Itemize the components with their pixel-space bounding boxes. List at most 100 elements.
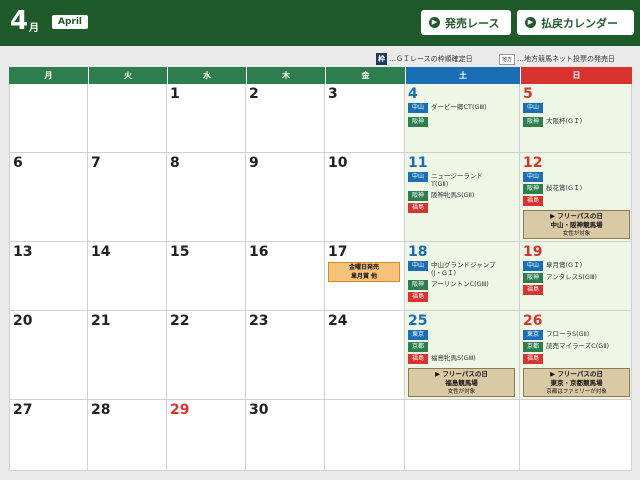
day-cell-23[interactable]: 23 <box>246 311 325 400</box>
race-entry[interactable]: 中山 ニュージーランド T(GⅡ) <box>408 172 483 190</box>
day-cell-empty <box>9 84 88 153</box>
race-sales-button[interactable]: ▶ 発売レース <box>421 10 511 35</box>
race-entry[interactable]: 東京 <box>408 330 428 341</box>
track-badge-fukushima: 福島 <box>523 196 543 206</box>
free-pass-notice[interactable]: ▶ フリーパスの日 東京・京都競馬場 京都はファミリーが対象 <box>523 368 630 397</box>
day-cell-9[interactable]: 9 <box>246 153 325 242</box>
day-number: 26 <box>523 313 543 329</box>
race-entry[interactable]: 福島 福島牝馬S(GⅢ) <box>408 354 476 365</box>
track-badge-fukushima: 福島 <box>408 203 428 213</box>
race-entry[interactable]: 福島 <box>408 292 428 303</box>
day-cell-6[interactable]: 6 <box>9 153 88 242</box>
race-entry[interactable]: 中山 <box>523 172 543 183</box>
race-name: 福島牝馬S(GⅢ) <box>431 354 476 362</box>
day-cell-11[interactable]: 11 中山 ニュージーランド T(GⅡ) 阪神 阪神牝馬S(GⅡ) 福島 <box>405 153 520 242</box>
day-number: 21 <box>91 313 111 329</box>
day-number: 27 <box>13 402 33 418</box>
track-badge-hanshin: 阪神 <box>523 117 543 127</box>
day-cell-4[interactable]: 4 中山 ダービー卿CT(GⅢ) 阪神 <box>405 84 520 153</box>
free-pass-notice[interactable]: ▶ フリーパスの日 中山・阪神競馬場 女性が対象 <box>523 210 630 239</box>
weekday-tue: 火 <box>88 67 167 84</box>
month-number: 4 <box>10 6 29 36</box>
day-cell-8[interactable]: 8 <box>167 153 246 242</box>
race-name: 皐月賞(GＩ) <box>546 261 583 269</box>
day-number: 28 <box>91 402 111 418</box>
race-name: ダービー卿CT(GⅢ) <box>431 103 487 111</box>
free-pass-notice[interactable]: ▶ フリーパスの日 福島競馬場 女性が対象 <box>408 368 515 397</box>
day-cell-24[interactable]: 24 <box>325 311 405 400</box>
day-cell-empty <box>325 400 405 471</box>
day-cell-13[interactable]: 13 <box>9 242 88 311</box>
race-entry[interactable]: 阪神 <box>408 117 428 128</box>
track-badge-hanshin: 阪神 <box>408 117 428 127</box>
race-entry[interactable]: 福島 <box>523 354 543 365</box>
race-entry[interactable]: 福島 <box>523 196 543 207</box>
day-cell-21[interactable]: 21 <box>88 311 167 400</box>
day-cell-3[interactable]: 3 <box>325 84 405 153</box>
track-badge-fukushima: 福島 <box>523 285 543 295</box>
day-number: 3 <box>328 86 338 102</box>
race-name: アンタレスS(GⅢ) <box>546 273 597 281</box>
race-entry[interactable]: 京都 <box>408 342 428 353</box>
race-entry[interactable]: 中山 ダービー卿CT(GⅢ) <box>408 103 487 114</box>
legend-waku: 枠 …ＧＩレースの枠順確定日 <box>376 52 473 66</box>
day-cell-1[interactable]: 1 <box>167 84 246 153</box>
day-cell-10[interactable]: 10 <box>325 153 405 242</box>
legend-waku-text: …ＧＩレースの枠順確定日 <box>389 55 473 63</box>
day-cell-2[interactable]: 2 <box>246 84 325 153</box>
track-badge-hanshin: 阪神 <box>523 184 543 194</box>
track-badge-kyoto: 京都 <box>408 342 428 352</box>
day-cell-26[interactable]: 26 東京 フローラS(GⅡ) 京都 読売マイラーズC(GⅡ) 福島 ▶ フリー… <box>520 311 632 400</box>
race-entry[interactable]: 東京 フローラS(GⅡ) <box>523 330 589 341</box>
day-cell-12[interactable]: 12 中山 阪神 桜花賞(GＩ) 福島 ▶ フリーパスの日 中山・阪神競馬場 女… <box>520 153 632 242</box>
notice-title: ▶ フリーパスの日 <box>550 212 603 220</box>
weekday-sun: 日 <box>520 67 632 84</box>
day-cell-14[interactable]: 14 <box>88 242 167 311</box>
weekday-fri: 金 <box>325 67 405 84</box>
race-entry[interactable]: 阪神 大阪杯(GＩ) <box>523 117 582 128</box>
day-number: 19 <box>523 244 543 260</box>
day-cell-22[interactable]: 22 <box>167 311 246 400</box>
day-cell-15[interactable]: 15 <box>167 242 246 311</box>
notice-target: 京都はファミリーが対象 <box>546 389 607 395</box>
friday-sales-title: 金曜日発売 <box>348 264 379 271</box>
race-entry[interactable]: 阪神 桜花賞(GＩ) <box>523 184 582 195</box>
race-entry[interactable]: 阪神 アンタレスS(GⅢ) <box>523 273 597 284</box>
race-entry[interactable]: 中山 中山グランドジャンプ (J・GＩ) <box>408 261 495 279</box>
payout-calendar-button[interactable]: ▶ 払戻カレンダー <box>517 10 634 35</box>
track-badge-fukushima: 福島 <box>408 354 428 364</box>
friday-sales-races: 皐月賞 他 <box>350 273 378 280</box>
day-cell-25[interactable]: 25 東京 京都 福島 福島牝馬S(GⅢ) ▶ フリーパスの日 福島競馬場 女性… <box>405 311 520 400</box>
friday-sales-notice[interactable]: 金曜日発売 皐月賞 他 <box>328 262 400 282</box>
race-entry[interactable]: 福島 <box>523 285 543 296</box>
legend-chiho: 地方 …地方競馬ネット投票の発売日 <box>499 52 615 66</box>
day-cell-29[interactable]: 29 <box>167 400 246 471</box>
race-sales-button-label: 発売レース <box>445 16 500 30</box>
day-number: 10 <box>328 155 348 171</box>
race-name: フローラS(GⅡ) <box>546 330 590 338</box>
day-cell-28[interactable]: 28 <box>88 400 167 471</box>
day-number: 11 <box>408 155 428 171</box>
weekday-mon: 月 <box>9 67 88 84</box>
day-cell-17[interactable]: 17 金曜日発売 皐月賞 他 <box>325 242 405 311</box>
race-entry[interactable]: 京都 読売マイラーズC(GⅡ) <box>523 342 609 353</box>
race-entry[interactable]: 阪神 アーリントンC(GⅢ) <box>408 280 489 291</box>
track-badge-nakayama: 中山 <box>523 103 543 113</box>
race-name: 大阪杯(GＩ) <box>546 117 583 125</box>
day-number: 6 <box>13 155 23 171</box>
legend-chiho-text: …地方競馬ネット投票の発売日 <box>517 55 616 63</box>
day-cell-16[interactable]: 16 <box>246 242 325 311</box>
race-entry[interactable]: 中山 <box>523 103 543 114</box>
day-cell-27[interactable]: 27 <box>9 400 88 471</box>
race-name: 阪神牝馬S(GⅡ) <box>431 191 475 199</box>
notice-target: 女性が対象 <box>562 231 591 237</box>
day-cell-5[interactable]: 5 中山 阪神 大阪杯(GＩ) <box>520 84 632 153</box>
day-cell-30[interactable]: 30 <box>246 400 325 471</box>
race-entry[interactable]: 中山 皐月賞(GＩ) <box>523 261 582 272</box>
race-entry[interactable]: 福島 <box>408 203 428 214</box>
day-cell-19[interactable]: 19 中山 皐月賞(GＩ) 阪神 アンタレスS(GⅢ) 福島 <box>520 242 632 311</box>
race-entry[interactable]: 阪神 阪神牝馬S(GⅡ) <box>408 191 474 202</box>
day-cell-20[interactable]: 20 <box>9 311 88 400</box>
day-cell-18[interactable]: 18 中山 中山グランドジャンプ (J・GＩ) 阪神 アーリントンC(GⅢ) 福島 <box>405 242 520 311</box>
day-cell-7[interactable]: 7 <box>88 153 167 242</box>
